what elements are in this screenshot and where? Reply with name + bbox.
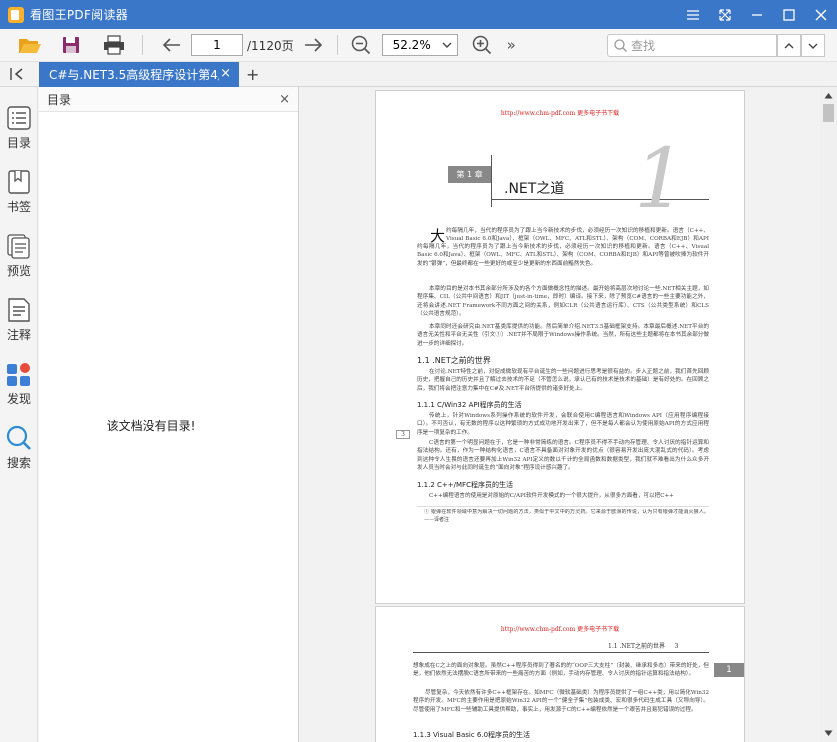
- scrollbar-thumb[interactable]: [823, 104, 834, 122]
- close-button[interactable]: [805, 0, 837, 29]
- toc-empty-message: 该文档没有目录!: [106, 419, 196, 433]
- zoom-value: 52.2%: [392, 38, 431, 52]
- document-tab[interactable]: C#与.NET3.5高级程序设计第4版 ×: [39, 62, 239, 87]
- search-placeholder: 查找: [631, 39, 656, 53]
- page-total: /1120页: [247, 38, 294, 53]
- close-tab-icon[interactable]: ×: [220, 66, 231, 81]
- search-next-button[interactable]: [801, 34, 825, 57]
- sidebar-item-bookmark[interactable]: 书签: [0, 169, 38, 229]
- app-title: 看图王PDF阅读器: [30, 8, 129, 22]
- sidebar-item-preview[interactable]: 预览: [0, 233, 38, 293]
- sidebar-item-label: 书签: [6, 200, 31, 214]
- subsection-heading: 1.1.3 Visual Basic 6.0程序员的生活: [413, 731, 531, 739]
- subsection-heading: 1.1.1 C/Win32 API程序员的生活: [417, 401, 522, 409]
- chevron-down-icon: [442, 38, 452, 55]
- document-viewer[interactable]: http://www.chm-pdf.com 更多电子书下载 第 1 章 .NE…: [300, 87, 820, 742]
- sidebar-item-label: 发现: [6, 392, 31, 406]
- tab-bar: C#与.NET3.5高级程序设计第4版 × +: [0, 62, 837, 87]
- close-panel-icon[interactable]: ×: [279, 92, 290, 107]
- save-icon[interactable]: [56, 30, 86, 60]
- sidebar-rail: 目录 书签 预览 注释 发现 搜索: [0, 87, 46, 742]
- toolbar-divider: [142, 35, 143, 55]
- footnote-rule: [417, 506, 709, 507]
- sidebar-item-toc[interactable]: 目录: [0, 105, 46, 165]
- toc-title: 目录: [47, 92, 72, 107]
- search-icon: [614, 39, 627, 52]
- chapter-number: 1: [634, 132, 687, 227]
- paragraph: C语言的第一个明显问题在于，它是一种非常简练的语言。C程序员不得不手动内存管理、…: [417, 440, 709, 472]
- paragraph: 约每隔几年，当代的程序员为了跟上当今新技术的步伐，必须经历一次知识的移植和更新。…: [446, 228, 709, 243]
- margin-page-marker: 3: [396, 430, 410, 439]
- note-icon: [8, 298, 30, 322]
- minimize-button[interactable]: [741, 0, 773, 29]
- prev-page-icon[interactable]: [157, 30, 187, 60]
- chapter-tag: 第 1 章: [448, 166, 491, 183]
- sidebar-item-discover[interactable]: 发现: [0, 361, 38, 421]
- fullscreen-icon[interactable]: [709, 0, 741, 29]
- toc-header: 目录: [39, 87, 298, 112]
- title-bar: 看图王PDF阅读器: [0, 0, 837, 29]
- chevron-down-icon: [808, 43, 818, 49]
- paragraph: 传统上，针对Windows系列操作系统的软件开发，会联合使用C编程语言和Wind…: [417, 413, 709, 436]
- zoom-in-icon[interactable]: [467, 30, 497, 60]
- scroll-down-icon[interactable]: [824, 730, 833, 738]
- sidebar-item-annotation[interactable]: 注释: [0, 297, 38, 357]
- toc-panel: 目录 × 该文档没有目录!: [39, 87, 299, 742]
- zoom-out-icon[interactable]: [346, 30, 376, 60]
- page-watermark-url: http://www.chm-pdf.com 更多电子书下载: [500, 110, 620, 117]
- menu-icon[interactable]: [677, 0, 709, 29]
- scroll-up-icon[interactable]: [824, 92, 833, 100]
- zoom-select[interactable]: 52.2%: [381, 34, 458, 56]
- paragraph: 想象成在C之上的面向对象层。虽然C++程序员得到了著名的的“OOP三大支柱”（封…: [413, 663, 709, 678]
- new-tab-button[interactable]: +: [246, 65, 259, 84]
- header-rule: [413, 652, 709, 653]
- toolbar: 1 /1120页 52.2% » 查找: [0, 29, 837, 62]
- paragraph: 在讨论.NET特性之前，对促成微软现有平台诞生的一些问题进行思考是很有益的。步入…: [417, 369, 709, 392]
- apps-icon: [7, 363, 30, 386]
- footnote: ① 银弹在软件领域中意为解决一切问题的方法，类似于中文中的万灵药。它来源于欧洲的…: [424, 509, 709, 523]
- open-folder-icon[interactable]: [15, 30, 45, 60]
- search-input[interactable]: 查找: [607, 34, 777, 57]
- toolbar-divider: [336, 35, 338, 55]
- chevron-up-icon: [784, 42, 794, 48]
- collapse-sidebar-icon[interactable]: [10, 66, 26, 82]
- paragraph: 尽管复杂，今天依然有许多C++框架存在。如MFC（微软基础类）为程序员提供了一组…: [413, 690, 709, 713]
- paragraph: 约每隔几年，当代的程序员为了跟上当今新技术的步伐，必须经历一次知识的移植和更新。…: [417, 244, 709, 267]
- document-tab-label: C#与.NET3.5高级程序设计第4版: [49, 68, 219, 82]
- list-icon: [7, 106, 31, 130]
- paragraph: 本章同时还会研究由.NET基类库提供的功能。然后简单介绍.NET3.5基础框架支…: [417, 324, 709, 347]
- app-logo-icon: [8, 6, 24, 23]
- page-number-input[interactable]: 1: [191, 34, 243, 56]
- pdf-page: http://www.chm-pdf.com 更多电子书下载 1.1 .NET之…: [375, 606, 745, 742]
- search-icon: [6, 425, 31, 450]
- sidebar-item-label: 搜索: [6, 456, 31, 470]
- maximize-button[interactable]: [773, 0, 805, 29]
- pages-icon: [7, 234, 30, 259]
- vertical-scrollbar[interactable]: [820, 87, 837, 742]
- page-watermark-url: http://www.chm-pdf.com 更多电子书下载: [500, 626, 620, 633]
- bookmark-icon: [8, 170, 30, 194]
- sidebar-item-label: 注释: [6, 328, 31, 342]
- sidebar-item-label: 目录: [6, 136, 31, 150]
- section-heading: 1.1 .NET之前的世界: [417, 356, 491, 365]
- more-tools-button[interactable]: »: [507, 36, 516, 54]
- subsection-heading: 1.1.2 C++/MFC程序员的生活: [417, 481, 513, 489]
- sidebar-item-search[interactable]: 搜索: [0, 425, 38, 485]
- next-page-icon[interactable]: [298, 30, 328, 60]
- pdf-page: http://www.chm-pdf.com 更多电子书下载 第 1 章 .NE…: [375, 90, 745, 604]
- running-header: 1.1 .NET之前的世界 3: [608, 643, 679, 650]
- page-number-badge: 1: [714, 663, 744, 677]
- print-icon[interactable]: [99, 30, 129, 60]
- search-prev-button[interactable]: [777, 34, 801, 57]
- window-controls: [677, 0, 837, 29]
- chapter-title: .NET之道: [504, 181, 565, 197]
- sidebar-item-label: 预览: [6, 264, 31, 278]
- paragraph: C++编程语言的使用是对原始的C/API软件开发模式的一个很大提升，从很多方面看…: [429, 493, 674, 499]
